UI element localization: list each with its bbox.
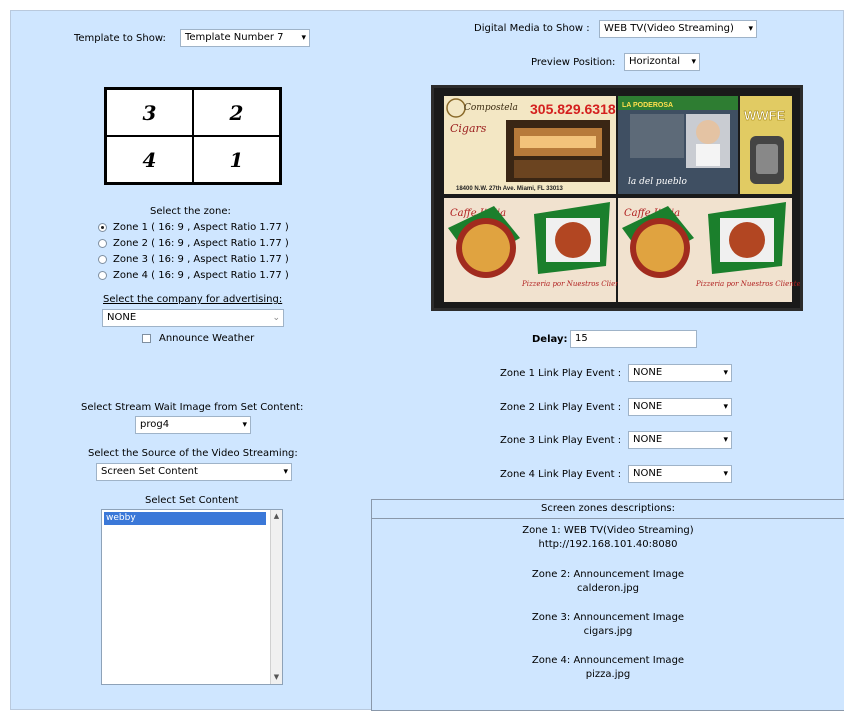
stream-source-select[interactable]: Screen Set Content ▾: [96, 463, 292, 481]
select-zone-label: Select the zone:: [150, 206, 231, 217]
template-label: Template to Show:: [74, 33, 166, 44]
chevron-down-icon: ⌄: [272, 313, 280, 323]
template-select[interactable]: Template Number 7 ▾: [180, 29, 310, 47]
zone-radio-4[interactable]: Zone 4 ( 16: 9 , Aspect Ratio 1.77 ): [98, 270, 289, 281]
delay-label: Delay:: [532, 334, 568, 345]
app-window: Template to Show: Template Number 7 ▾ 3 …: [10, 10, 844, 711]
stream-wait-label: Select Stream Wait Image from Set Conten…: [81, 402, 304, 413]
radio-selected-icon[interactable]: [98, 223, 107, 232]
cigars-text: Cigars: [450, 122, 487, 135]
chevron-down-icon: ▾: [723, 435, 728, 445]
set-content-listbox[interactable]: webby ▲ ▼: [101, 509, 283, 685]
zone2-link-select[interactable]: NONE ▾: [628, 398, 732, 416]
zone4-description-title: Zone 4: Announcement Image: [531, 655, 685, 666]
stream-wait-select[interactable]: prog4 ▾: [135, 416, 251, 434]
zone-radio-3[interactable]: Zone 3 ( 16: 9 , Aspect Ratio 1.77 ): [98, 254, 289, 265]
radio-icon[interactable]: [98, 239, 107, 248]
announce-weather-label: Announce Weather: [159, 333, 255, 344]
wwfe-text: WWFE: [744, 108, 785, 123]
announce-weather-checkbox[interactable]: Announce Weather: [142, 333, 254, 344]
chevron-down-icon: ▾: [723, 402, 728, 412]
zone-radio-1[interactable]: Zone 1 ( 16: 9 , Aspect Ratio 1.77 ): [98, 222, 289, 233]
template-select-value: Template Number 7: [185, 32, 284, 43]
stream-source-label: Select the Source of the Video Streaming…: [88, 448, 298, 459]
zone2-link-value: NONE: [633, 401, 663, 412]
chevron-down-icon: ▾: [748, 24, 753, 34]
digital-media-label: Digital Media to Show :: [474, 23, 590, 34]
stream-wait-select-value: prog4: [140, 419, 170, 430]
zone2-description-title: Zone 2: Announcement Image: [531, 569, 685, 580]
zone3-description-title: Zone 3: Announcement Image: [531, 612, 685, 623]
digital-media-select-value: WEB TV(Video Streaming): [604, 23, 734, 34]
chevron-down-icon: ▾: [283, 467, 288, 477]
zone1-description-title: Zone 1: WEB TV(Video Streaming): [522, 525, 694, 536]
phone-number-text: 305.829.6318: [530, 101, 616, 117]
zone1-link-select[interactable]: NONE ▾: [628, 364, 732, 382]
set-content-label: Select Set Content: [145, 495, 239, 506]
stream-source-select-value: Screen Set Content: [101, 466, 198, 477]
zone-radio-label: Zone 3 ( 16: 9 , Aspect Ratio 1.77 ): [113, 254, 289, 265]
zone3-link-value: NONE: [633, 434, 663, 445]
company-select[interactable]: NONE ⌄: [102, 309, 284, 327]
address-text: 18400 N.W. 27th Ave. Miami, FL 33013: [456, 186, 563, 192]
zone-radio-label: Zone 4 ( 16: 9 , Aspect Ratio 1.77 ): [113, 270, 289, 281]
pueblo-text: la del pueblo: [628, 177, 687, 187]
checkbox-icon[interactable]: [142, 334, 151, 343]
screen-preview: Compostela 305.829.6318 Cigars 18400 N.W…: [431, 85, 805, 311]
zone4-description-detail: pizza.jpg: [585, 669, 631, 680]
scroll-down-arrow-icon[interactable]: ▼: [271, 672, 282, 683]
zone1-link-value: NONE: [633, 367, 663, 378]
zone-radio-2[interactable]: Zone 2 ( 16: 9 , Aspect Ratio 1.77 ): [98, 238, 289, 249]
zone3-description-detail: cigars.jpg: [583, 626, 633, 637]
chevron-down-icon: ▾: [723, 469, 728, 479]
compostela-text: Compostela: [464, 103, 518, 113]
listbox-scrollbar[interactable]: ▲ ▼: [270, 510, 282, 684]
zone3-link-label: Zone 3 Link Play Event :: [500, 435, 622, 446]
zone-cell-1[interactable]: 1: [193, 136, 280, 183]
preview-position-select[interactable]: Horizontal ▾: [624, 53, 700, 71]
radio-icon[interactable]: [98, 255, 107, 264]
preview-position-select-value: Horizontal: [629, 56, 681, 67]
zone-radio-label: Zone 1 ( 16: 9 , Aspect Ratio 1.77 ): [113, 222, 289, 233]
radio-icon[interactable]: [98, 271, 107, 280]
chevron-down-icon: ▾: [691, 57, 696, 67]
preview-position-label: Preview Position:: [531, 57, 616, 68]
zone-cell-2[interactable]: 2: [193, 89, 280, 136]
zone-cell-3[interactable]: 3: [106, 89, 193, 136]
pizza-tagline-text: Pizzeria por Nuestros Clientes: [521, 280, 631, 288]
company-select-value: NONE: [107, 312, 137, 323]
zone1-link-label: Zone 1 Link Play Event :: [500, 368, 622, 379]
zone4-link-label: Zone 4 Link Play Event :: [500, 469, 622, 480]
zone2-description-detail: calderon.jpg: [577, 583, 639, 594]
chevron-down-icon: ▾: [301, 33, 306, 43]
pizza-tagline-text-2: Pizzeria por Nuestros Clientes: [695, 280, 800, 288]
zone1-description-detail: http://192.168.101.40:8080: [538, 539, 678, 550]
list-item[interactable]: webby: [104, 512, 266, 525]
zone3-link-select[interactable]: NONE ▾: [628, 431, 732, 449]
la-poderosa-text: LA PODEROSA: [622, 102, 673, 109]
delay-input[interactable]: 15: [570, 330, 697, 348]
zone-descriptions-panel: Screen zones descriptions: Zone 1: WEB T…: [371, 499, 844, 711]
company-label: Select the company for advertising:: [103, 294, 283, 305]
zone-cell-4[interactable]: 4: [106, 136, 193, 183]
chevron-down-icon: ▾: [723, 368, 728, 378]
zone4-link-select[interactable]: NONE ▾: [628, 465, 732, 483]
zone4-link-value: NONE: [633, 468, 663, 479]
screen-preview-image: Compostela 305.829.6318 Cigars 18400 N.W…: [444, 96, 805, 302]
template-preview-grid: 3 2 4 1: [104, 87, 282, 185]
scroll-up-arrow-icon[interactable]: ▲: [271, 511, 282, 522]
zone-radio-label: Zone 2 ( 16: 9 , Aspect Ratio 1.77 ): [113, 238, 289, 249]
chevron-down-icon: ▾: [242, 420, 247, 430]
digital-media-select[interactable]: WEB TV(Video Streaming) ▾: [599, 20, 757, 38]
zone2-link-label: Zone 2 Link Play Event :: [500, 402, 622, 413]
zone-descriptions-header: Screen zones descriptions:: [372, 500, 844, 519]
